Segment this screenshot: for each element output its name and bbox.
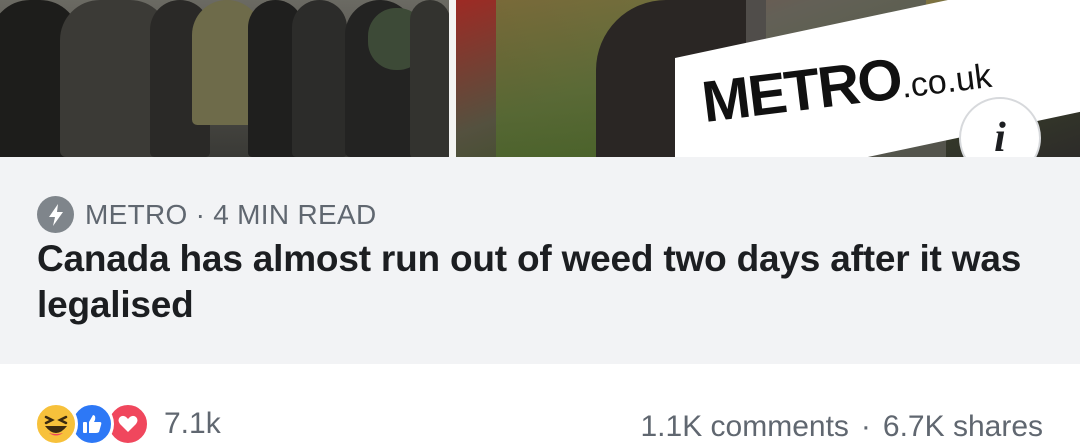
reactions-summary[interactable]: 7.1k — [34, 401, 221, 447]
photo-divider — [449, 0, 456, 157]
queue-photo — [0, 0, 449, 157]
instant-article-bolt-icon — [37, 196, 74, 233]
comments-count-link[interactable]: 1.1K comments — [640, 410, 848, 444]
engagement-stats: 1.1K comments · 6.7K shares — [640, 410, 1043, 444]
article-headline[interactable]: Canada has almost run out of weed two da… — [37, 236, 1037, 328]
read-time: 4 MIN READ — [213, 198, 377, 230]
link-meta: METRO · 4 MIN READ — [37, 196, 376, 233]
info-icon: i — [994, 115, 1006, 157]
meta-separator: · — [195, 198, 206, 230]
source-name: METRO — [85, 198, 188, 230]
stats-separator: · — [860, 410, 871, 443]
link-preview-image[interactable]: METRO.co.uk i — [0, 0, 1080, 157]
reaction-count: 7.1k — [164, 407, 221, 440]
shares-count-link[interactable]: 6.7K shares — [883, 410, 1043, 444]
haha-reaction-icon — [34, 402, 78, 446]
